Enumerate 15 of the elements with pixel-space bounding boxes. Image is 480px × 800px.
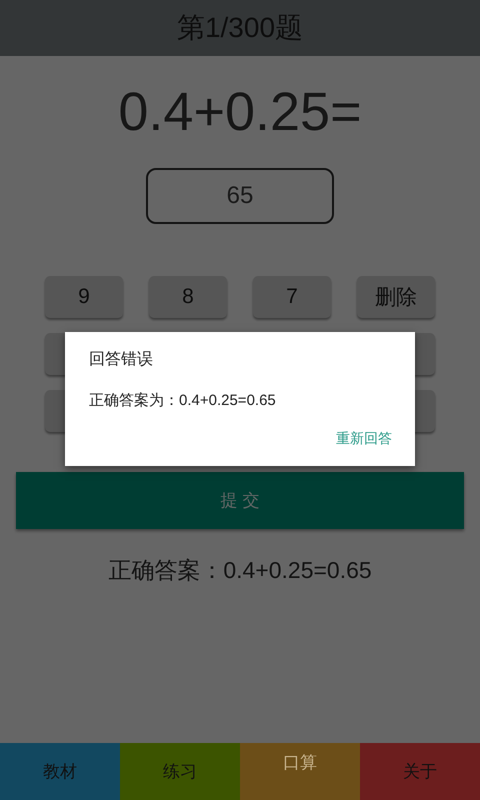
correct-answer-text: 正确答案：0.4+0.25=0.65 xyxy=(108,556,372,585)
keypad-key[interactable]: 7 xyxy=(253,276,331,318)
retry-button[interactable]: 重新回答 xyxy=(336,430,392,448)
dialog-title: 回答错误 xyxy=(89,350,154,370)
tab[interactable]: 练习 xyxy=(120,743,240,800)
answer-field[interactable]: 65 xyxy=(146,168,334,224)
question-text: 0.4+0.25= xyxy=(118,81,362,144)
dialog-message: 正确答案为：0.4+0.25=0.65 xyxy=(89,391,277,410)
tab[interactable]: 口算 xyxy=(240,743,360,800)
keypad-key[interactable]: 删除 xyxy=(357,276,435,318)
tab[interactable]: 关于 xyxy=(360,743,480,800)
tab[interactable]: 教材 xyxy=(0,743,120,800)
keypad-key[interactable]: 8 xyxy=(149,276,227,318)
keypad-key[interactable]: 9 xyxy=(45,276,123,318)
submit-button[interactable]: 提 交 xyxy=(16,472,464,529)
